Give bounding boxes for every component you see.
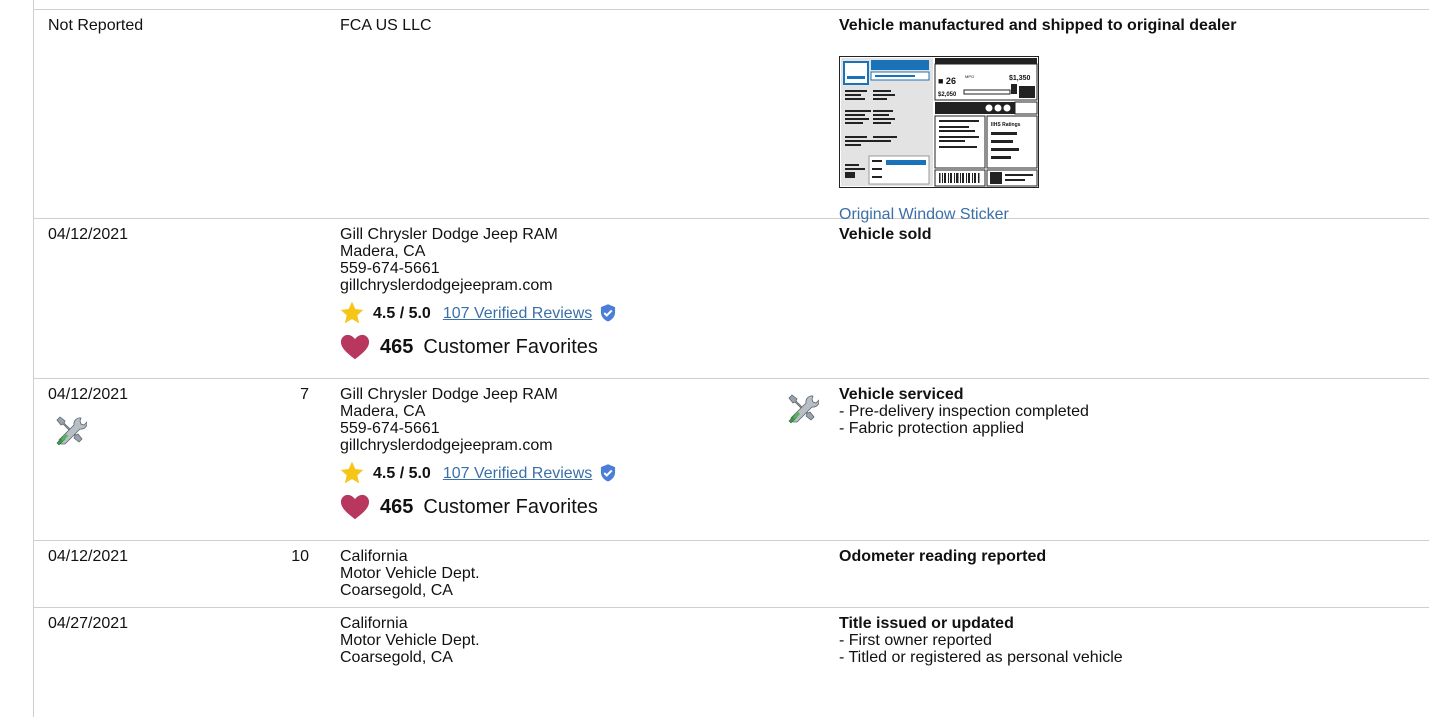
service-tools-icon <box>56 416 87 446</box>
event-headline: Vehicle manufactured and shipped to orig… <box>839 17 1237 34</box>
dealer-location: Madera, CA <box>340 403 426 420</box>
vehicle-history-table: Not Reported FCA US LLC Vehicle manufact… <box>0 0 1429 717</box>
event-headline: Odometer reading reported <box>839 548 1047 565</box>
row-details: Vehicle serviced - Pre-delivery inspecti… <box>839 386 1419 437</box>
row-date: 04/12/2021 <box>48 386 129 403</box>
row-date: 04/12/2021 <box>48 548 129 565</box>
event-headline: Vehicle serviced <box>839 386 964 403</box>
history-row-sold: 04/12/2021 Gill Chrysler Dodge Jeep RAM … <box>33 219 1429 379</box>
dealer-phone: 559-674-5661 <box>340 260 440 277</box>
event-headline: Vehicle sold <box>839 226 932 243</box>
row-source: Gill Chrysler Dodge Jeep RAM Madera, CA … <box>340 386 760 522</box>
dealer-location: Madera, CA <box>340 243 426 260</box>
row-date: 04/12/2021 <box>48 226 129 243</box>
dealer-website: gillchryslerdodgejeepram.com <box>340 277 553 294</box>
event-detail-line: - Titled or registered as personal vehic… <box>839 649 1123 666</box>
row-source: FCA US LLC <box>340 17 760 34</box>
event-detail-line: - Pre-delivery inspection completed <box>839 403 1089 420</box>
source-location: Coarsegold, CA <box>340 582 453 599</box>
svg-text:$2,050: $2,050 <box>938 92 957 98</box>
favorites-count: 465 <box>380 495 414 518</box>
svg-text:IIHS Ratings: IIHS Ratings <box>991 122 1021 128</box>
row-odometer: 10 <box>291 548 309 565</box>
source-name: FCA US LLC <box>340 17 432 34</box>
source-location: Coarsegold, CA <box>340 649 453 666</box>
dealer-rating: 4.5 / 5.0 107 Verified Reviews <box>340 460 760 486</box>
service-tools-icon <box>788 394 819 424</box>
customer-favorites: 465 Customer Favorites <box>340 332 760 362</box>
verified-badge-icon <box>601 304 616 322</box>
customer-favorites: 465 Customer Favorites <box>340 492 760 522</box>
svg-text:MPG: MPG <box>965 74 974 79</box>
row-details: Vehicle sold <box>839 226 1419 243</box>
row-details: Odometer reading reported <box>839 548 1419 565</box>
row-source: California Motor Vehicle Dept. Coarsegol… <box>340 548 760 599</box>
row-details: Title issued or updated - First owner re… <box>839 615 1419 666</box>
rating-score: 4.5 / 5.0 <box>373 464 431 482</box>
dealer-website: gillchryslerdodgejeepram.com <box>340 437 553 454</box>
history-row-serviced: 04/12/2021 7 Gill Chrysler Dodge Jeep RA… <box>33 379 1429 541</box>
star-icon <box>340 461 364 484</box>
dealer-name: Gill Chrysler Dodge Jeep RAM <box>340 386 558 403</box>
row-source: Gill Chrysler Dodge Jeep RAM Madera, CA … <box>340 226 760 362</box>
verified-badge-icon <box>601 464 616 482</box>
dealer-phone: 559-674-5661 <box>340 420 440 437</box>
row-date: Not Reported <box>48 17 144 34</box>
heart-icon <box>340 334 370 360</box>
event-detail-line: - Fabric protection applied <box>839 420 1024 437</box>
history-row-title: 04/27/2021 California Motor Vehicle Dept… <box>33 608 1429 716</box>
row-odometer: 7 <box>300 386 309 403</box>
history-row-odometer: 04/12/2021 10 California Motor Vehicle D… <box>33 541 1429 608</box>
source-dept: Motor Vehicle Dept. <box>340 565 480 582</box>
heart-icon <box>340 494 370 520</box>
star-icon <box>340 301 364 324</box>
source-dept: Motor Vehicle Dept. <box>340 632 480 649</box>
dealer-name: Gill Chrysler Dodge Jeep RAM <box>340 226 558 243</box>
svg-text:■ 26: ■ 26 <box>938 76 956 86</box>
verified-reviews-link[interactable]: 107 Verified Reviews <box>443 305 592 322</box>
source-name: California <box>340 548 408 565</box>
favorites-count: 465 <box>380 335 414 358</box>
row-source: California Motor Vehicle Dept. Coarsegol… <box>340 615 760 666</box>
row-date: 04/27/2021 <box>48 615 129 632</box>
history-row-manufactured: Not Reported FCA US LLC Vehicle manufact… <box>33 10 1429 223</box>
favorites-label: Customer Favorites <box>423 335 598 358</box>
rating-score: 4.5 / 5.0 <box>373 304 431 322</box>
event-headline: Title issued or updated <box>839 615 1014 632</box>
source-name: California <box>340 615 408 632</box>
row-details: Vehicle manufactured and shipped to orig… <box>839 17 1419 223</box>
dealer-rating: 4.5 / 5.0 107 Verified Reviews <box>340 300 760 326</box>
favorites-label: Customer Favorites <box>423 495 598 518</box>
svg-text:$1,350: $1,350 <box>1009 75 1031 82</box>
verified-reviews-link[interactable]: 107 Verified Reviews <box>443 465 592 482</box>
window-sticker-thumbnail[interactable]: ■ 26 MPG $1,350 $2,050 IIHS Ratings <box>839 56 1039 188</box>
event-detail-line: - First owner reported <box>839 632 992 649</box>
